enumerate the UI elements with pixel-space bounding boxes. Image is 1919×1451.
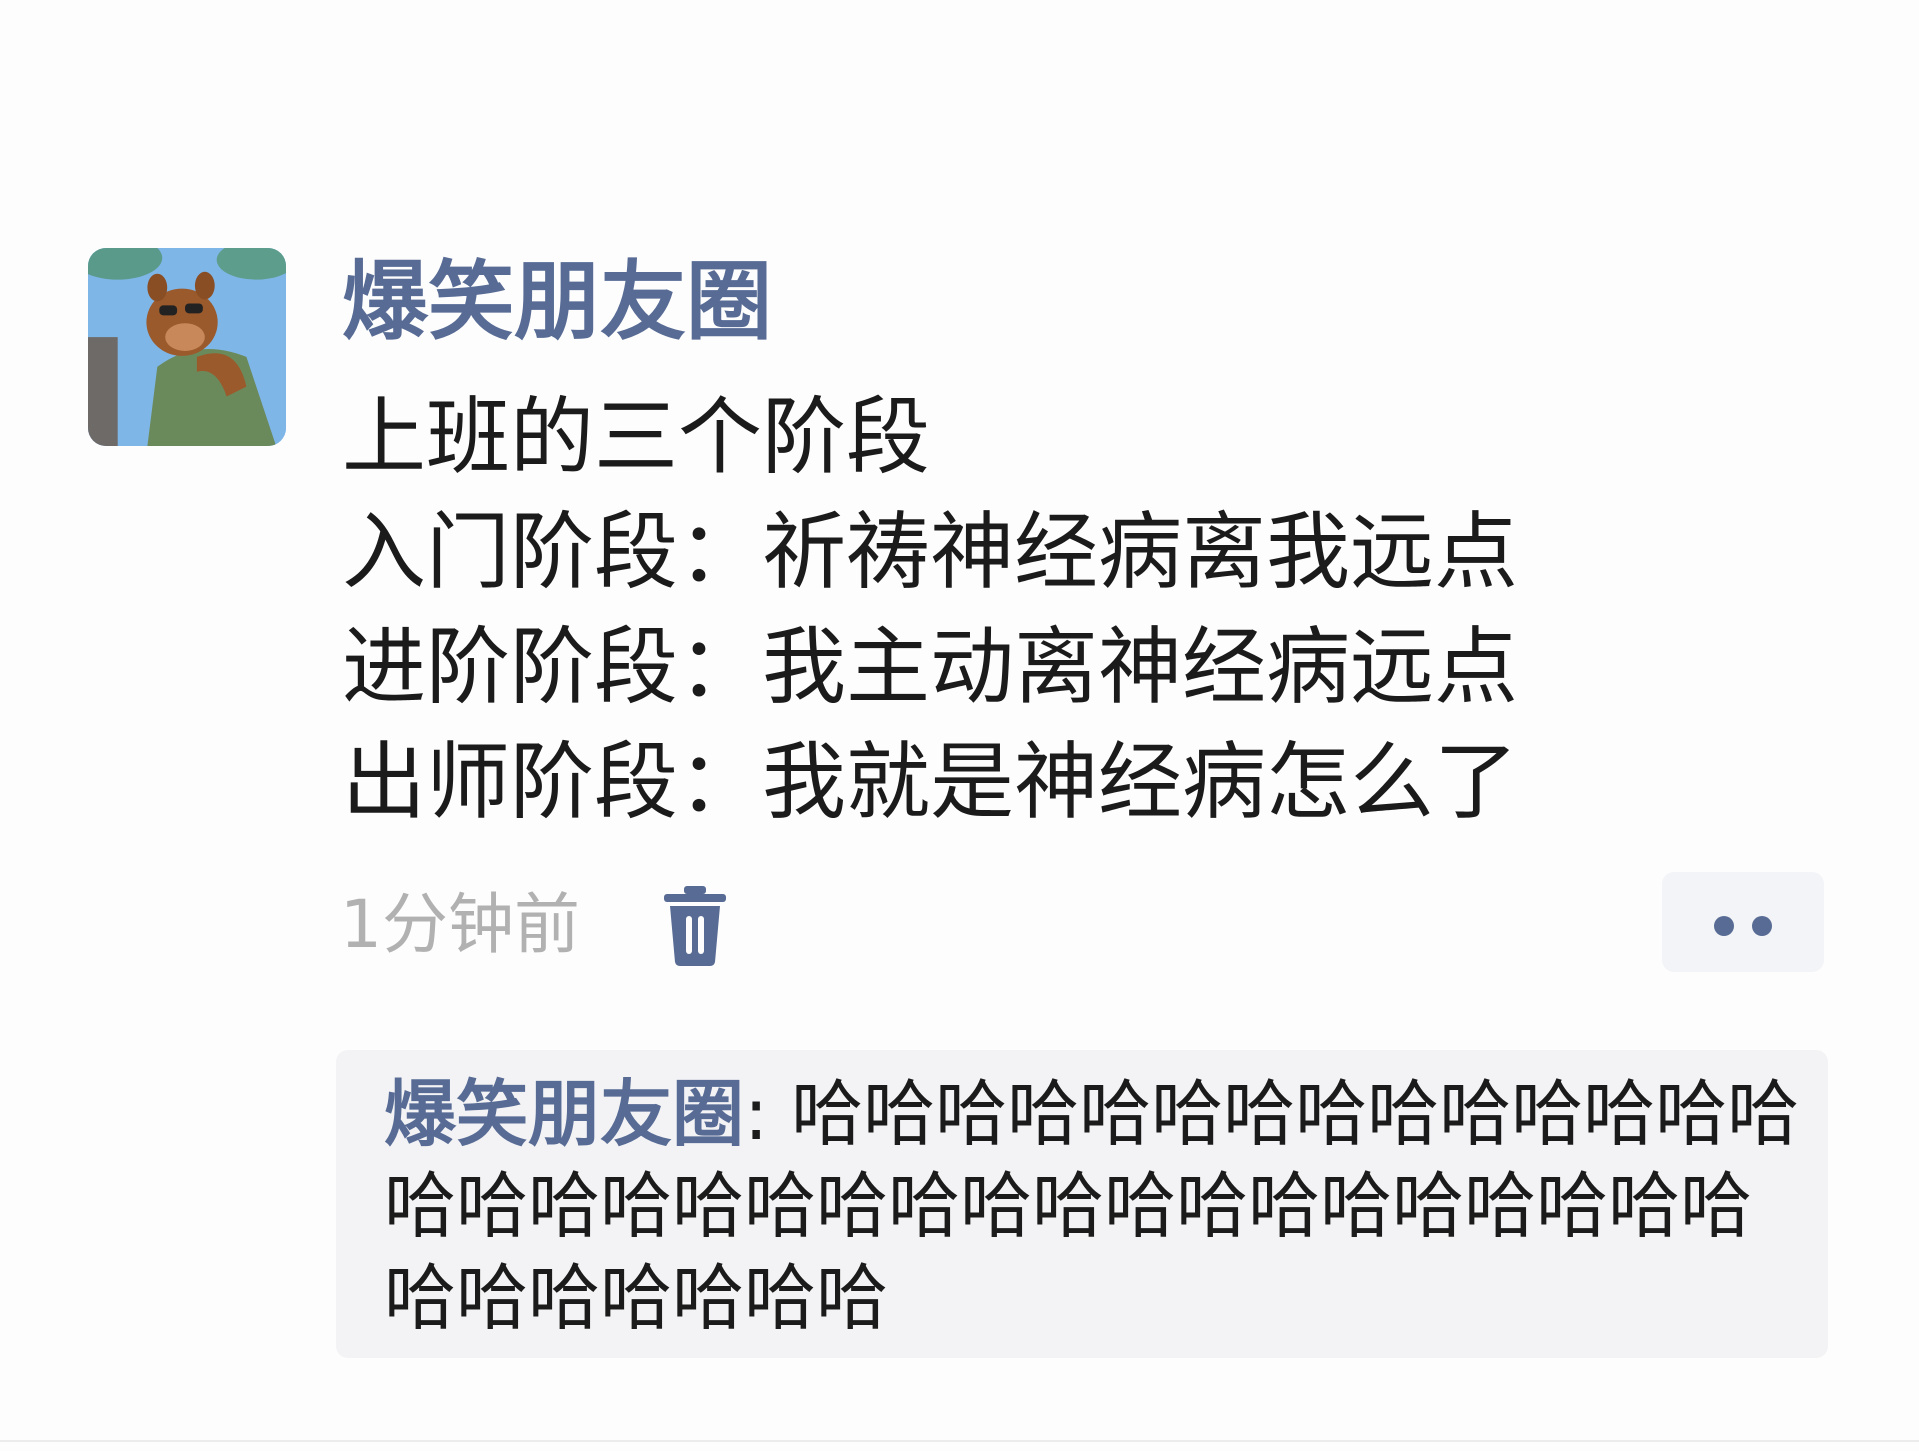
more-dots-icon	[1714, 916, 1734, 936]
more-button[interactable]	[1662, 872, 1824, 972]
more-dots-icon	[1752, 916, 1772, 936]
post-content: 上班的三个阶段 入门阶段：祈祷神经病离我远点 进阶阶段：我主动离神经病远点 出师…	[342, 380, 1642, 840]
divider	[0, 1440, 1919, 1442]
comment-item[interactable]: 爆笑朋友圈: 哈哈哈哈哈哈哈哈哈哈哈哈哈哈哈哈哈哈哈哈哈哈哈哈哈哈哈哈哈哈哈哈哈…	[384, 1068, 1804, 1344]
post-line: 出师阶段：我就是神经病怎么了	[342, 733, 1519, 831]
comment-separator: :	[744, 1072, 792, 1156]
post-line: 进阶阶段：我主动离神经病远点	[342, 618, 1519, 716]
trash-icon	[664, 886, 726, 966]
post-timestamp: 1分钟前	[340, 886, 580, 963]
comment-author[interactable]: 爆笑朋友圈	[384, 1072, 744, 1156]
delete-button[interactable]	[660, 880, 730, 970]
cartoon-bear-avatar-icon	[88, 248, 286, 446]
avatar[interactable]	[88, 248, 286, 446]
post-line: 入门阶段：祈祷神经病离我远点	[342, 503, 1519, 601]
comment-section: 爆笑朋友圈: 哈哈哈哈哈哈哈哈哈哈哈哈哈哈哈哈哈哈哈哈哈哈哈哈哈哈哈哈哈哈哈哈哈…	[336, 1050, 1828, 1358]
post-line: 上班的三个阶段	[342, 388, 931, 486]
post-author[interactable]: 爆笑朋友圈	[342, 252, 772, 352]
